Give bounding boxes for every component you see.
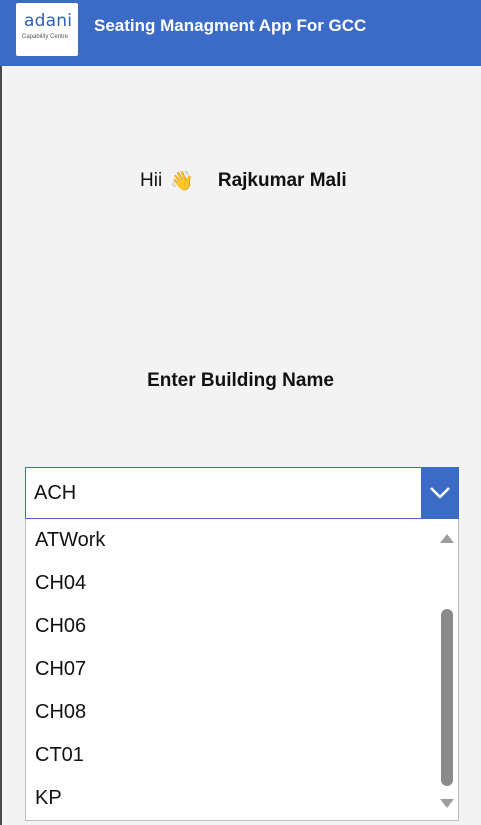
app-title: Seating Managment App For GCC [94, 16, 367, 35]
building-selected-value: ACH [34, 482, 77, 504]
building-prompt: Enter Building Name [147, 370, 334, 391]
option-item[interactable]: CH06 [35, 616, 86, 636]
scroll-up-arrow-icon[interactable] [440, 534, 454, 543]
option-item[interactable]: CH08 [35, 702, 86, 722]
scrollbar-thumb[interactable] [441, 609, 453, 786]
option-item[interactable]: KP [35, 788, 62, 808]
greeting-prefix: Hii [140, 170, 163, 191]
greeting: Hii 👋 Rajkumar Mali [140, 169, 347, 193]
option-item[interactable]: CH04 [35, 573, 86, 593]
company-logo: adani Capability Centre [16, 3, 78, 56]
chevron-down-icon [430, 487, 450, 499]
building-options-list[interactable]: ATWork CH04 CH06 CH07 CH08 CT01 KP [25, 519, 459, 821]
waving-hand-icon: 👋 [170, 171, 194, 192]
option-item[interactable]: CH07 [35, 659, 86, 679]
scroll-down-arrow-icon[interactable] [440, 799, 454, 808]
option-item[interactable]: CT01 [35, 745, 84, 765]
dropdown-toggle-button[interactable] [421, 467, 459, 519]
logo-text: adani [24, 11, 73, 31]
building-dropdown[interactable]: ACH [25, 467, 459, 519]
logo-subtext: Capability Centre [22, 34, 69, 40]
app-header: adani Capability Centre Seating Managmen… [0, 0, 481, 66]
user-name: Rajkumar Mali [217, 170, 347, 191]
option-item[interactable]: ATWork [35, 530, 105, 550]
scrollbar[interactable] [438, 519, 456, 820]
window-edge [0, 66, 2, 825]
